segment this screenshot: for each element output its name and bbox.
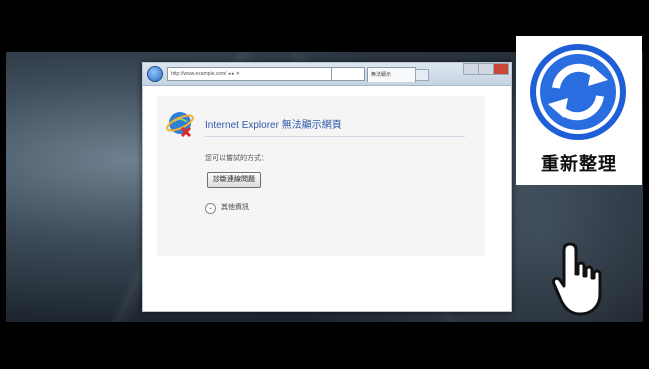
address-bar[interactable]: http://www.example.com/ ◂ ▸ ✕ — [167, 67, 332, 81]
minimize-button[interactable] — [463, 63, 479, 75]
refresh-label: 重新整理 — [541, 154, 617, 175]
browser-window: http://www.example.com/ ◂ ▸ ✕ 無法顯示 Inter… — [142, 62, 512, 312]
refresh-callout: 重新整理 — [516, 36, 642, 185]
maximize-button[interactable] — [478, 63, 494, 75]
close-button[interactable] — [493, 63, 509, 75]
browser-toolbar: http://www.example.com/ ◂ ▸ ✕ 無法顯示 — [143, 63, 511, 86]
hint-text: 您可以嘗試的方式： — [205, 155, 268, 162]
error-headline: Internet Explorer 無法顯示網頁 — [205, 120, 342, 131]
page-area: Internet Explorer 無法顯示網頁 您可以嘗試的方式： 診斷連線問… — [143, 86, 511, 311]
diagnose-connection-button[interactable]: 診斷連線問題 — [207, 172, 261, 188]
address-controls[interactable] — [331, 67, 365, 81]
more-info-link[interactable]: ⌄ 其他資訊 — [205, 202, 249, 214]
hand-pointer-cursor — [552, 242, 602, 316]
new-tab-button[interactable] — [415, 69, 429, 81]
expand-chevron-icon: ⌄ — [205, 203, 216, 214]
more-info-label: 其他資訊 — [221, 204, 249, 211]
refresh-icon — [530, 44, 626, 140]
error-content: Internet Explorer 無法顯示網頁 您可以嘗試的方式： 診斷連線問… — [157, 96, 485, 256]
browser-tab[interactable]: 無法顯示 — [367, 67, 416, 82]
divider — [205, 136, 465, 137]
internet-explorer-error-icon — [166, 112, 194, 138]
back-button[interactable] — [147, 66, 163, 82]
